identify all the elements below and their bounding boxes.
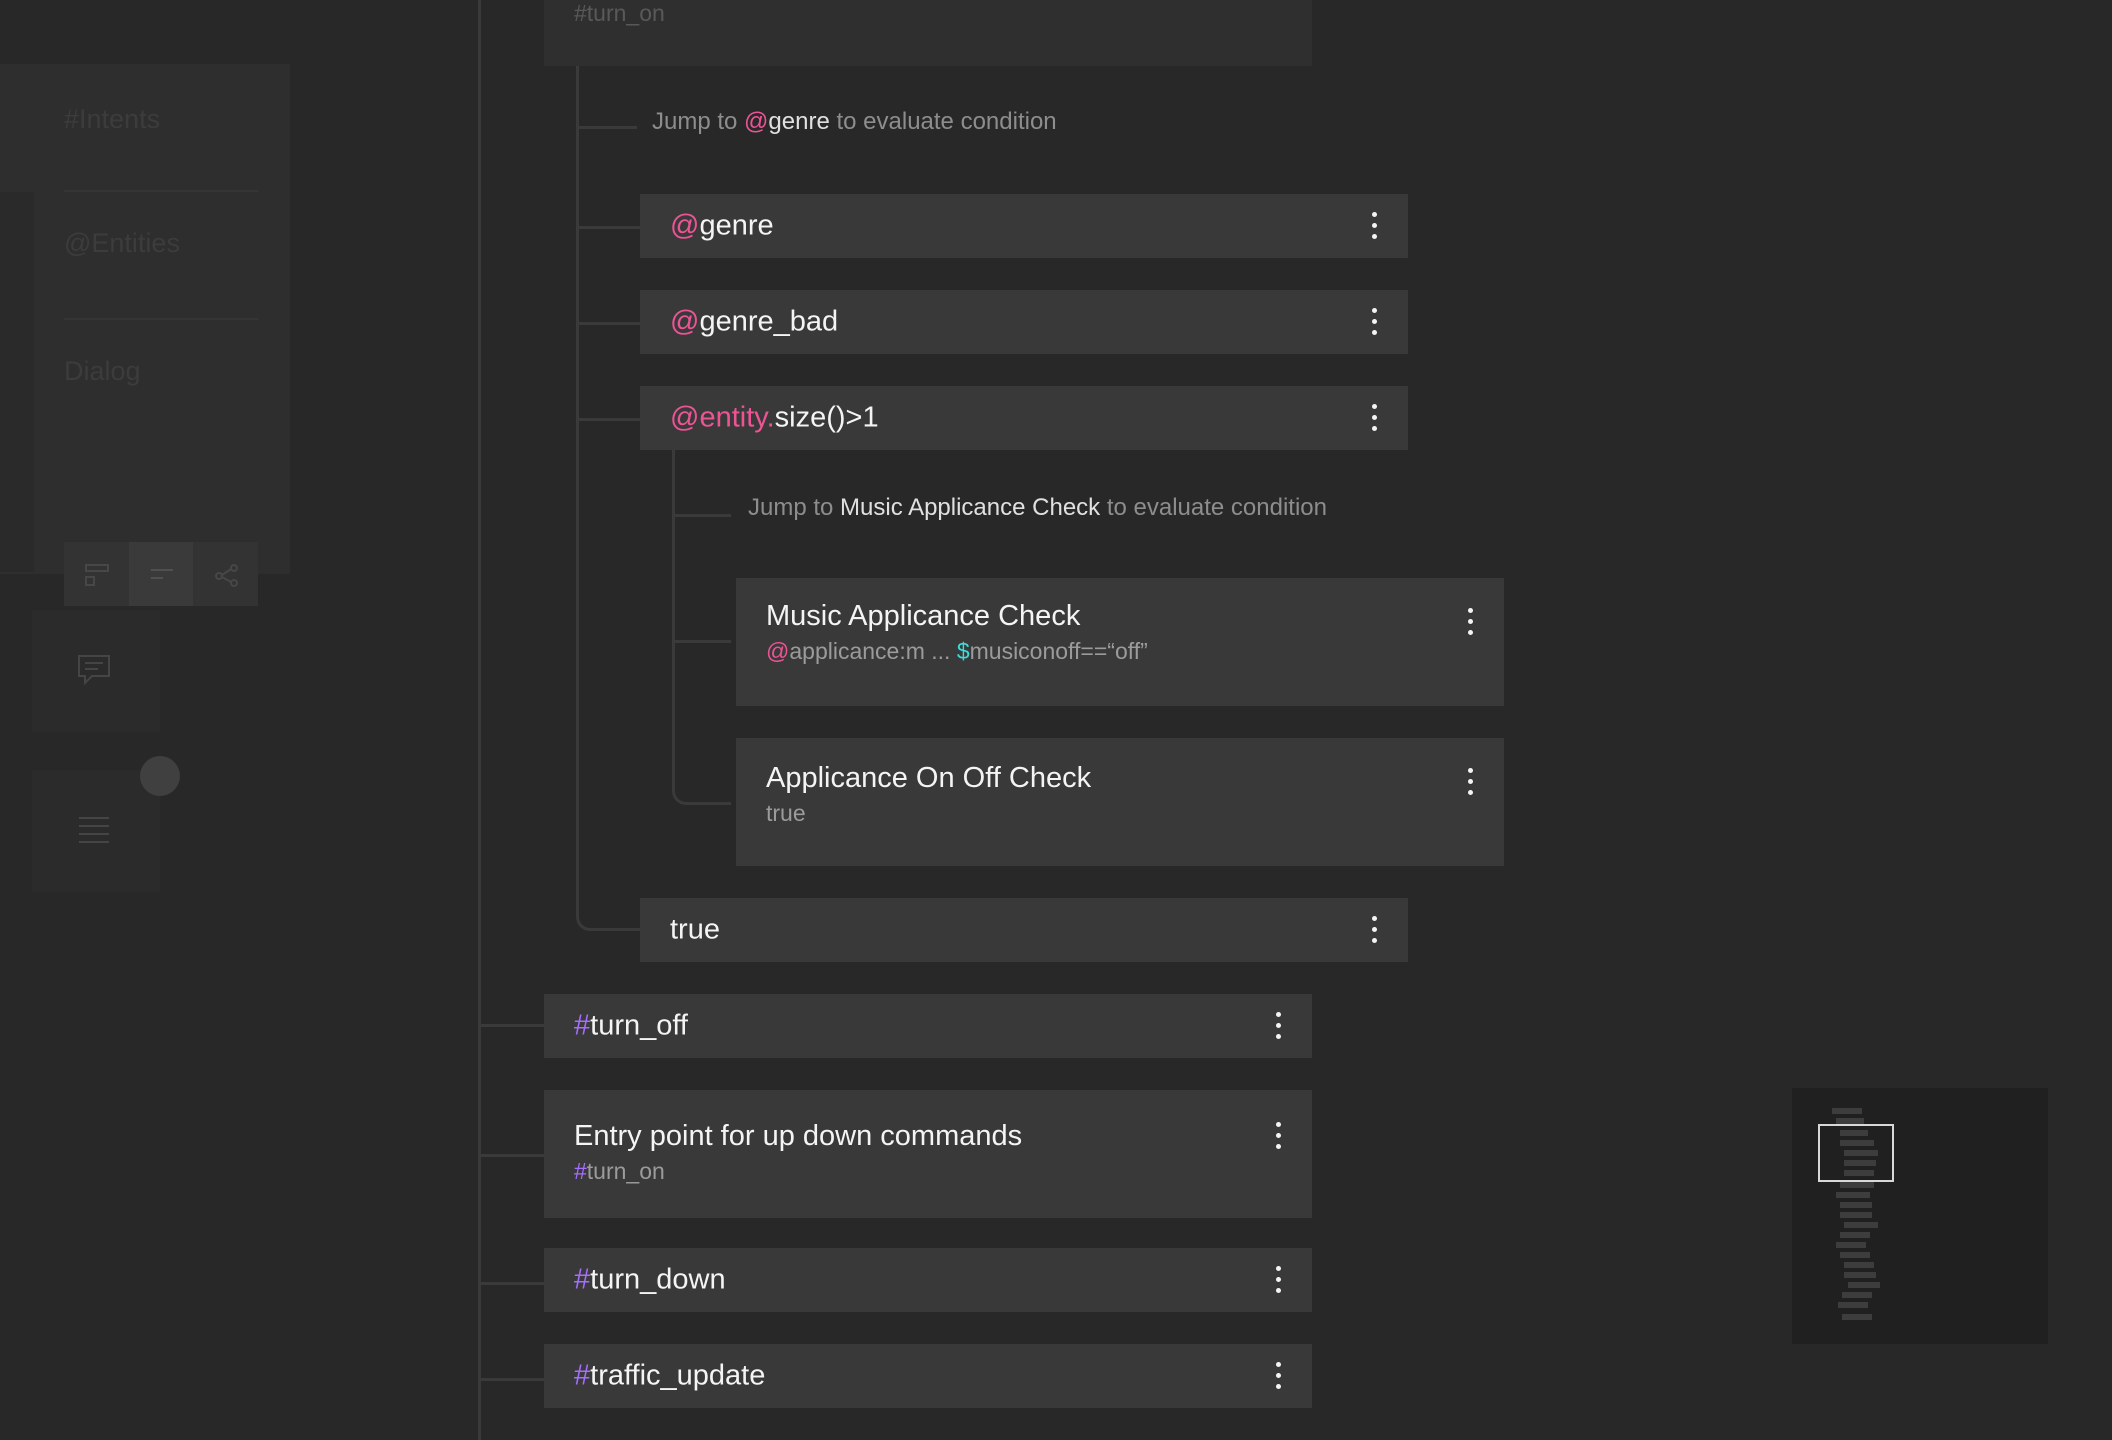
overflow-menu-vertical-icon[interactable] xyxy=(1360,302,1388,342)
node-label: @genre_bad xyxy=(670,305,839,338)
node-condition: @applicance:m ... $musiconoff==“off” xyxy=(766,638,1148,664)
overflow-menu-vertical-icon[interactable] xyxy=(1360,398,1388,438)
collapse-toggle[interactable] xyxy=(140,756,180,796)
jump-to-text: Jump to @genre to evaluate condition xyxy=(652,108,1057,135)
tree-connector xyxy=(672,448,731,517)
nav-divider xyxy=(64,190,258,192)
minimap-node xyxy=(1840,1202,1872,1208)
nav-item-entities[interactable]: @Entities xyxy=(64,228,180,259)
minimap-node xyxy=(1842,1292,1872,1298)
graph-view-icon xyxy=(215,564,238,587)
dialog-node-genre-bad[interactable]: @genre_bad xyxy=(640,290,1408,354)
dialog-node-traffic-update[interactable]: #traffic_update xyxy=(544,1344,1312,1408)
node-label: #turn_down xyxy=(574,1263,726,1296)
tree-connector xyxy=(576,418,641,931)
tree-connector xyxy=(576,66,637,129)
minimap-node xyxy=(1840,1232,1870,1238)
view-tree-button[interactable] xyxy=(64,542,128,606)
minimap-node xyxy=(1844,1222,1878,1228)
minimap-node xyxy=(1836,1192,1870,1198)
minimap-node xyxy=(1838,1302,1868,1308)
nav-divider xyxy=(64,318,258,320)
tree-view-icon xyxy=(85,564,109,586)
node-condition: true xyxy=(766,800,806,826)
minimap[interactable] xyxy=(1792,1088,2048,1344)
tree-connector xyxy=(576,322,641,421)
dialog-node-true[interactable]: true xyxy=(640,898,1408,962)
minimap-viewport[interactable] xyxy=(1818,1124,1894,1182)
minimap-node xyxy=(1848,1282,1880,1288)
view-switcher xyxy=(64,542,258,606)
minimap-node xyxy=(1840,1182,1874,1188)
dialog-node-music-check[interactable]: Music Applicance Check @applicance:m ...… xyxy=(736,578,1504,706)
overflow-menu-vertical-icon[interactable] xyxy=(1264,1116,1292,1156)
minimap-node xyxy=(1836,1242,1866,1248)
overflow-menu-vertical-icon[interactable] xyxy=(1456,762,1484,802)
tree-connector xyxy=(478,1090,544,1157)
node-title: Music Applicance Check xyxy=(766,600,1081,632)
chat-icon xyxy=(78,655,110,686)
dialog-node-turn-down[interactable]: #turn_down xyxy=(544,1248,1312,1312)
node-condition: #turn_on xyxy=(574,1158,665,1184)
tree-connector xyxy=(478,960,544,1027)
dialog-node-partial[interactable]: #turn_on xyxy=(544,0,1312,66)
tree-connector xyxy=(478,1220,544,1285)
overflow-menu-vertical-icon[interactable] xyxy=(1264,1260,1292,1300)
overflow-menu-vertical-icon[interactable] xyxy=(1264,1006,1292,1046)
nav-item-dialog[interactable]: Dialog xyxy=(64,356,141,387)
node-label: true xyxy=(670,913,720,946)
node-title: Entry point for up down commands xyxy=(574,1120,1023,1152)
dialog-node-genre[interactable]: @genre xyxy=(640,194,1408,258)
overflow-menu-vertical-icon[interactable] xyxy=(1360,206,1388,246)
view-graph-button[interactable] xyxy=(194,542,258,606)
nav-panel: #Intents @Entities Dialog xyxy=(0,64,290,606)
dialog-node-onoff-check[interactable]: Applicance On Off Check true xyxy=(736,738,1504,866)
tree-connector xyxy=(478,1316,544,1381)
chat-tile[interactable] xyxy=(32,610,160,732)
tree-connector xyxy=(576,226,641,325)
minimap-node xyxy=(1842,1314,1872,1320)
minimap-node xyxy=(1844,1262,1874,1268)
view-list-button[interactable] xyxy=(129,542,193,606)
nav-strip xyxy=(0,192,34,572)
overflow-menu-vertical-icon[interactable] xyxy=(1360,910,1388,950)
minimap-node xyxy=(1832,1108,1862,1114)
tree-connector xyxy=(672,640,731,805)
tree-connector xyxy=(576,126,641,229)
jump-to-text: Jump to Music Applicance Check to evalua… xyxy=(748,494,1327,521)
node-label: #turn_off xyxy=(574,1009,688,1042)
minimap-node xyxy=(1840,1212,1872,1218)
overflow-menu-vertical-icon[interactable] xyxy=(1264,1356,1292,1396)
node-label: @genre xyxy=(670,209,774,242)
node-condition: #turn_on xyxy=(574,0,665,26)
dialog-node-entity-size[interactable]: @entity.size()>1 xyxy=(640,386,1408,450)
list-icon xyxy=(79,817,109,843)
list-view-icon xyxy=(151,569,173,579)
dialog-node-turn-off[interactable]: #turn_off xyxy=(544,994,1312,1058)
nav-item-intents[interactable]: #Intents xyxy=(64,104,160,135)
overflow-menu-vertical-icon[interactable] xyxy=(1456,602,1484,642)
node-title: Applicance On Off Check xyxy=(766,762,1092,794)
node-label: #traffic_update xyxy=(574,1359,766,1392)
dialog-node-updown-entry[interactable]: Entry point for up down commands #turn_o… xyxy=(544,1090,1312,1218)
tree-connector xyxy=(672,514,731,643)
minimap-node xyxy=(1840,1252,1870,1258)
list-tile[interactable] xyxy=(32,770,160,892)
node-label: @entity.size()>1 xyxy=(670,401,879,434)
minimap-node xyxy=(1844,1272,1876,1278)
